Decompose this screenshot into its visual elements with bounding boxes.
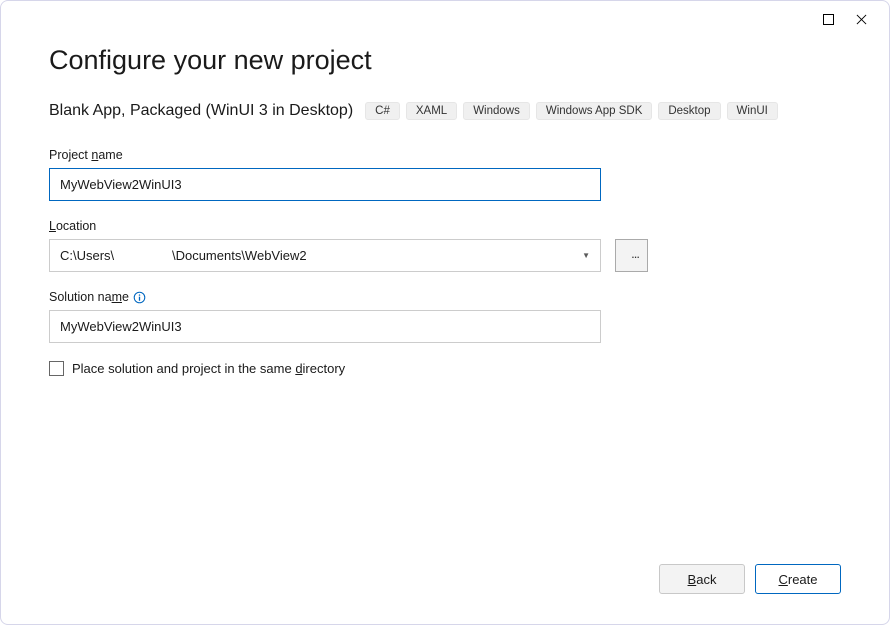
tag: C#	[365, 102, 400, 120]
footer-buttons: Back Create	[659, 564, 841, 594]
location-field: Location C:\Users\ \Documents\WebView2 ▼…	[49, 219, 841, 272]
ellipsis-icon: ...	[631, 246, 639, 261]
content-area: Configure your new project Blank App, Pa…	[49, 45, 841, 604]
titlebar	[823, 1, 889, 37]
maximize-button[interactable]	[823, 14, 834, 25]
template-row: Blank App, Packaged (WinUI 3 in Desktop)…	[49, 102, 841, 120]
tag: Windows	[463, 102, 530, 120]
project-name-label: Project name	[49, 148, 841, 162]
project-name-input[interactable]	[49, 168, 601, 201]
location-path: C:\Users\ \Documents\WebView2	[60, 248, 582, 263]
tag: WinUI	[727, 102, 778, 120]
browse-button[interactable]: ...	[615, 239, 648, 272]
close-icon	[856, 14, 867, 25]
solution-name-label: Solution name	[49, 290, 841, 304]
template-tags: C# XAML Windows Windows App SDK Desktop …	[365, 102, 778, 120]
solution-name-field: Solution name	[49, 290, 841, 343]
maximize-icon	[823, 14, 834, 25]
same-directory-checkbox[interactable]	[49, 361, 64, 376]
same-directory-row[interactable]: Place solution and project in the same d…	[49, 361, 841, 376]
dialog-window: Configure your new project Blank App, Pa…	[0, 0, 890, 625]
solution-name-input[interactable]	[49, 310, 601, 343]
project-name-field: Project name	[49, 148, 841, 201]
template-name: Blank App, Packaged (WinUI 3 in Desktop)	[49, 102, 353, 120]
same-directory-label: Place solution and project in the same d…	[72, 361, 345, 376]
info-icon[interactable]	[133, 291, 146, 304]
tag: Windows App SDK	[536, 102, 653, 120]
tag: XAML	[406, 102, 457, 120]
chevron-down-icon: ▼	[582, 251, 590, 260]
page-title: Configure your new project	[49, 45, 841, 76]
location-label: Location	[49, 219, 841, 233]
location-row: C:\Users\ \Documents\WebView2 ▼ ...	[49, 239, 841, 272]
location-combo[interactable]: C:\Users\ \Documents\WebView2 ▼	[49, 239, 601, 272]
create-button[interactable]: Create	[755, 564, 841, 594]
close-button[interactable]	[856, 14, 867, 25]
tag: Desktop	[658, 102, 720, 120]
back-button[interactable]: Back	[659, 564, 745, 594]
